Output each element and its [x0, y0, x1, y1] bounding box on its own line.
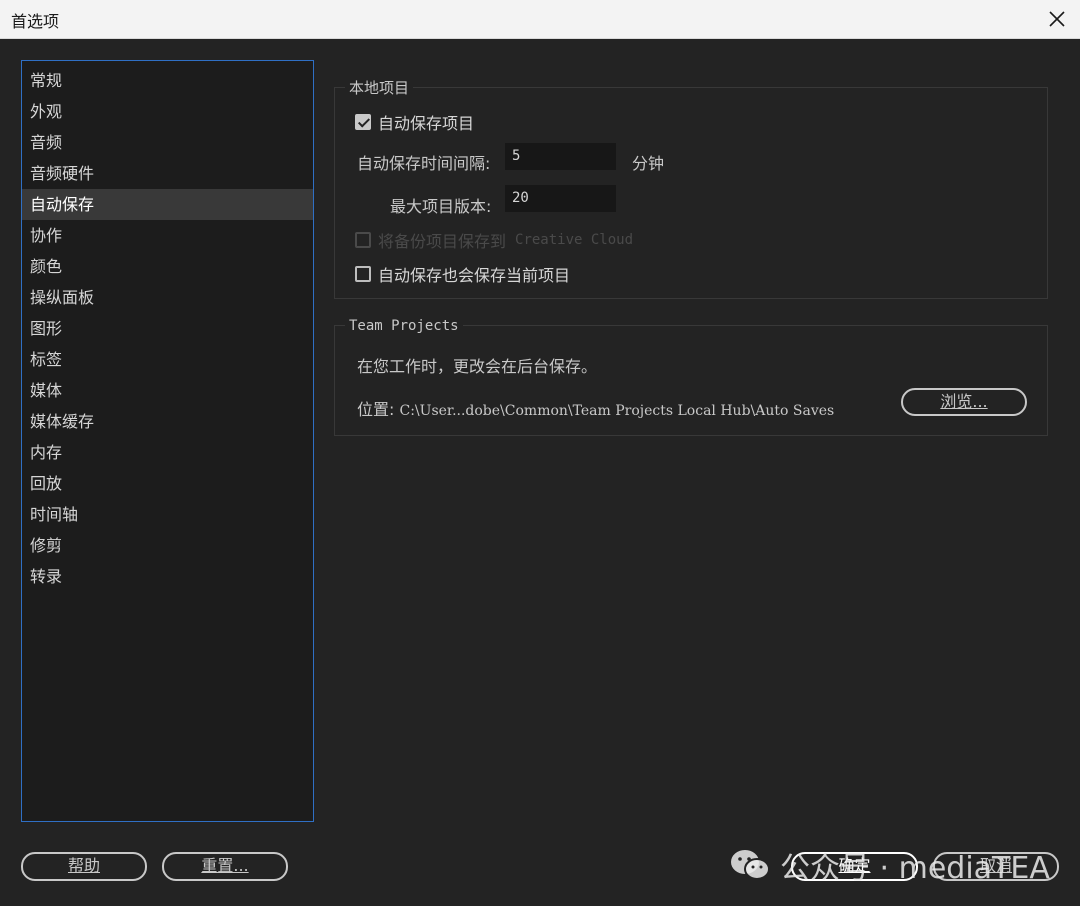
sidebar-item-media[interactable]: 媒体: [22, 375, 313, 406]
browse-button[interactable]: 浏览...: [901, 388, 1027, 416]
sidebar-item-audio-hardware[interactable]: 音频硬件: [22, 158, 313, 189]
cloud-backup-checkbox: [355, 232, 371, 248]
save-current-project-label: 自动保存也会保存当前项目: [378, 266, 571, 285]
help-button[interactable]: 帮助: [21, 852, 147, 881]
watermark-text: 公众号 · mediaTEA: [780, 851, 1050, 886]
auto-save-interval-unit: 分钟: [632, 154, 665, 173]
auto-save-project-checkbox[interactable]: [355, 114, 371, 130]
save-current-project-row[interactable]: 自动保存也会保存当前项目: [355, 262, 570, 286]
local-project-group-title: 本地项目: [345, 79, 414, 97]
sidebar-item-transcription[interactable]: 转录: [22, 561, 313, 592]
auto-save-project-label: 自动保存项目: [378, 114, 475, 133]
preferences-dialog: 首选项 常规 外观 音频 音频硬件 自动保存 协作 颜色 操纵面板 图形 标签 …: [0, 0, 1080, 906]
cloud-backup-label-prefix: 将备份项目保存到: [378, 232, 507, 251]
max-project-versions-input[interactable]: 20: [505, 185, 616, 212]
preferences-category-list[interactable]: 常规 外观 音频 音频硬件 自动保存 协作 颜色 操纵面板 图形 标签 媒体 媒…: [21, 60, 314, 822]
sidebar-item-collaboration[interactable]: 协作: [22, 220, 313, 251]
close-button[interactable]: [1034, 0, 1080, 38]
sidebar-item-audio[interactable]: 音频: [22, 127, 313, 158]
sidebar-item-labels[interactable]: 标签: [22, 344, 313, 375]
sidebar-item-control-surface[interactable]: 操纵面板: [22, 282, 313, 313]
reset-button-label: 重置...: [201, 856, 249, 875]
sidebar-item-media-cache[interactable]: 媒体缓存: [22, 406, 313, 437]
location-path: C:\User...dobe\Common\Team Projects Loca…: [399, 403, 835, 419]
title-bar: 首选项: [0, 0, 1080, 39]
cloud-backup-row: 将备份项目保存到 Creative Cloud: [355, 228, 633, 252]
save-current-project-checkbox[interactable]: [355, 266, 371, 282]
sidebar-item-memory[interactable]: 内存: [22, 437, 313, 468]
local-project-group: 本地项目 自动保存项目 自动保存时间间隔: 5 分钟 最大项目版本: 20 将备…: [334, 79, 1048, 299]
max-project-versions-label: 最大项目版本:: [390, 197, 492, 216]
auto-save-project-row[interactable]: 自动保存项目: [355, 110, 474, 134]
sidebar-item-trim[interactable]: 修剪: [22, 530, 313, 561]
sidebar-item-playback[interactable]: 回放: [22, 468, 313, 499]
team-projects-group: Team Projects 在您工作时，更改会在后台保存。 位置: C:\Use…: [334, 317, 1048, 436]
sidebar-item-graphics[interactable]: 图形: [22, 313, 313, 344]
sidebar-item-color[interactable]: 颜色: [22, 251, 313, 282]
sidebar-item-auto-save[interactable]: 自动保存: [22, 189, 313, 220]
wechat-icon: [731, 850, 770, 880]
team-projects-location: 位置: C:\User...dobe\Common\Team Projects …: [357, 396, 834, 420]
watermark: 公众号 · mediaTEA: [730, 842, 1050, 888]
cloud-backup-label-suffix: Creative Cloud: [515, 232, 634, 248]
reset-button[interactable]: 重置...: [162, 852, 288, 881]
browse-button-label: 浏览...: [940, 392, 988, 411]
sidebar-item-general[interactable]: 常规: [22, 65, 313, 96]
location-label: 位置:: [357, 400, 395, 419]
auto-save-interval-input[interactable]: 5: [505, 143, 616, 170]
auto-save-interval-label: 自动保存时间间隔:: [357, 154, 491, 173]
team-projects-description: 在您工作时，更改会在后台保存。: [357, 357, 598, 376]
sidebar-item-appearance[interactable]: 外观: [22, 96, 313, 127]
close-icon: [1049, 11, 1065, 27]
window-title: 首选项: [11, 12, 60, 31]
sidebar-item-timeline[interactable]: 时间轴: [22, 499, 313, 530]
team-projects-group-title: Team Projects: [345, 317, 463, 335]
help-button-label: 帮助: [67, 856, 100, 875]
